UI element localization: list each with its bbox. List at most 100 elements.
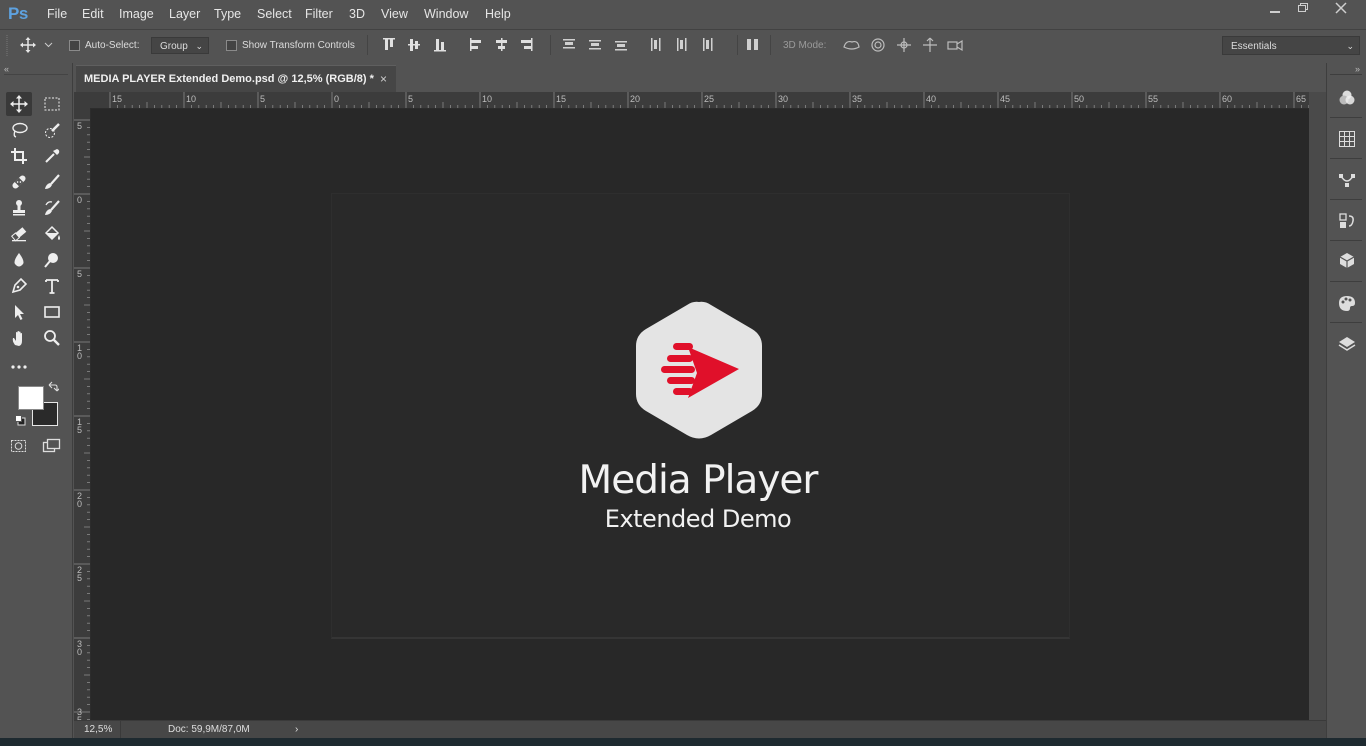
type-tool[interactable] <box>39 274 65 298</box>
history-brush-tool[interactable] <box>39 196 65 220</box>
menu-file[interactable]: File <box>47 7 67 21</box>
collapse-tools-icon[interactable]: « <box>4 64 9 74</box>
screen-mode-button[interactable] <box>42 438 64 457</box>
move-icon <box>20 37 53 53</box>
workspace-dropdown[interactable]: Essentials ⌄ <box>1222 36 1360 55</box>
eyedropper-icon <box>45 149 60 163</box>
paint-bucket-tool[interactable] <box>39 222 65 246</box>
color-panel-button[interactable] <box>1337 88 1357 108</box>
zoom-tool[interactable] <box>39 326 65 350</box>
blur-tool[interactable] <box>6 248 32 272</box>
ruler-label: 3 5 <box>77 707 83 721</box>
vertical-scrollbar[interactable] <box>1309 92 1326 720</box>
menu-edit[interactable]: Edit <box>82 7 104 21</box>
close-icon <box>1335 2 1347 14</box>
ruler-label: 5 <box>408 94 414 104</box>
ruler-origin[interactable] <box>74 92 90 108</box>
menu-view[interactable]: View <box>381 7 408 21</box>
stamp-icon <box>13 200 25 216</box>
ruler-label: 0 <box>334 94 340 104</box>
menu-filter[interactable]: Filter <box>305 7 333 21</box>
crop-tool[interactable] <box>6 144 32 168</box>
ruler-label: 55 <box>1148 94 1159 104</box>
path-selection-tool[interactable] <box>6 300 32 324</box>
styles-panel-button[interactable] <box>1337 293 1357 313</box>
healing-brush-tool[interactable] <box>6 170 32 194</box>
arrow-cursor-icon <box>15 305 24 320</box>
panel-dock <box>1326 63 1366 746</box>
color-circles-icon <box>1339 90 1355 105</box>
ruler-label: 20 <box>630 94 641 104</box>
vertical-ruler[interactable]: 5 0 5 1 0 1 5 2 0 2 5 3 0 3 5 <box>74 108 91 720</box>
pen-icon <box>11 277 28 294</box>
auto-select-checkbox[interactable] <box>69 40 80 51</box>
default-colors-icon[interactable] <box>15 415 26 429</box>
marquee-tool[interactable] <box>39 92 65 116</box>
3d-panel-button[interactable] <box>1337 251 1357 271</box>
ruler-label: 65 <box>1296 94 1307 104</box>
quick-selection-tool[interactable] <box>39 118 65 142</box>
cube-icon <box>1339 253 1355 268</box>
layers-panel-button[interactable] <box>1337 334 1357 354</box>
paths-panel-button[interactable] <box>1337 170 1357 190</box>
brush-tool[interactable] <box>39 170 65 194</box>
close-tab-icon[interactable]: × <box>380 72 387 86</box>
pen-tool[interactable] <box>6 274 32 298</box>
history-brush-icon <box>45 200 60 215</box>
restore-icon <box>1298 3 1308 12</box>
move-tool[interactable] <box>6 92 32 116</box>
expand-panels-icon[interactable]: » <box>1355 64 1360 74</box>
lasso-tool[interactable] <box>6 118 32 142</box>
3d-mode-buttons[interactable] <box>842 36 966 54</box>
ruler-label: 15 <box>556 94 567 104</box>
minimize-button[interactable] <box>1262 0 1288 20</box>
swatches-panel-button[interactable] <box>1337 129 1357 149</box>
rectangle-tool[interactable] <box>39 300 65 324</box>
bandage-icon <box>12 175 26 189</box>
options-bar-grip[interactable] <box>6 29 10 62</box>
dodge-tool[interactable] <box>39 248 65 272</box>
status-menu-arrow-icon[interactable]: › <box>295 724 298 735</box>
auto-select-dropdown[interactable]: Group ⌄ <box>151 37 209 54</box>
move-tool-preset[interactable] <box>20 37 56 56</box>
adjustments-panel-button[interactable] <box>1337 211 1357 231</box>
ruler-label: 35 <box>852 94 863 104</box>
document-tab[interactable]: MEDIA PLAYER Extended Demo.psd @ 12,5% (… <box>76 65 396 92</box>
menu-help[interactable]: Help <box>485 7 511 21</box>
swap-colors-icon[interactable] <box>47 381 61 396</box>
ruler-label: 0 <box>77 195 83 205</box>
menu-window[interactable]: Window <box>424 7 468 21</box>
menu-type[interactable]: Type <box>214 7 241 21</box>
ruler-label: 5 <box>260 94 266 104</box>
align-buttons[interactable] <box>380 37 540 53</box>
chevron-down-icon: ⌄ <box>1346 41 1354 51</box>
layers-icon <box>1338 337 1356 351</box>
horizontal-ruler[interactable]: 15 10 5 0 5 10 15 20 25 30 35 40 45 50 5… <box>90 92 1309 109</box>
eraser-icon <box>11 227 27 242</box>
distribute-buttons[interactable] <box>560 37 740 53</box>
eraser-tool[interactable] <box>6 222 32 246</box>
status-bar: 12,5% Doc: 59,9M/87,0M › <box>74 720 1326 739</box>
document-tab-title: MEDIA PLAYER Extended Demo.psd @ 12,5% (… <box>84 73 374 85</box>
restore-button[interactable] <box>1290 0 1316 20</box>
more-tools[interactable] <box>6 352 32 376</box>
clone-stamp-tool[interactable] <box>6 196 32 220</box>
show-transform-checkbox[interactable] <box>226 40 237 51</box>
chevron-down-icon: ⌄ <box>195 41 203 51</box>
close-window-button[interactable] <box>1326 0 1356 20</box>
hand-tool[interactable] <box>6 326 32 350</box>
rectangular-marquee-icon <box>44 97 60 111</box>
auto-align-button[interactable] <box>746 37 760 53</box>
menu-select[interactable]: Select <box>257 7 292 21</box>
menu-image[interactable]: Image <box>119 7 154 21</box>
ruler-label: 2 5 <box>77 565 83 583</box>
eyedropper-tool[interactable] <box>39 144 65 168</box>
document-size: Doc: 59,9M/87,0M <box>168 724 250 735</box>
menu-layer[interactable]: Layer <box>169 7 200 21</box>
taskbar-strip <box>0 738 1366 746</box>
ruler-label: 60 <box>1222 94 1233 104</box>
zoom-level[interactable]: 12,5% <box>84 724 112 735</box>
menu-3d[interactable]: 3D <box>349 7 365 21</box>
quick-mask-button[interactable] <box>10 438 28 457</box>
foreground-color-swatch[interactable] <box>18 386 44 410</box>
